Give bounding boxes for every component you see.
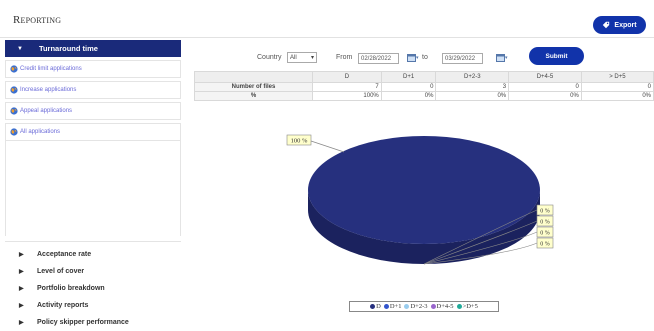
legend-label: D+4-5: [436, 303, 454, 310]
export-label: Export: [614, 21, 637, 29]
legend-label: D+2-3: [410, 303, 428, 310]
submit-button[interactable]: Submit: [529, 47, 584, 65]
table-cell: 7: [312, 82, 382, 92]
sidebar-subitem-label: Credit limit applications: [20, 66, 82, 72]
top-bar: Reporting Export: [0, 0, 654, 38]
sidebar-subitem[interactable]: Appeal applications: [5, 102, 181, 120]
sidebar-subitem-label: Appeal applications: [20, 108, 73, 114]
table-cell: 0%: [508, 91, 582, 101]
legend-swatch: [456, 304, 462, 309]
sidebar-section-label: Activity reports: [37, 302, 89, 309]
calendar-icon[interactable]: ▾: [407, 53, 421, 63]
globe-icon: [10, 65, 18, 73]
calendar-icon[interactable]: ▾: [496, 53, 510, 63]
table-row: % 100% 0% 0% 0% 0%: [194, 91, 654, 101]
data-label-d: 100 %: [286, 134, 345, 153]
chevron-right-icon: ▶: [19, 303, 24, 309]
country-label: Country: [257, 54, 282, 61]
sidebar-section[interactable]: ▶ Activity reports: [5, 297, 181, 314]
legend-swatch: [383, 304, 389, 309]
table-cell: 0: [380, 82, 437, 92]
chevron-right-icon: ▶: [19, 252, 24, 258]
globe-icon: [10, 86, 18, 94]
sidebar-section-label: Portfolio breakdown: [37, 285, 105, 292]
legend-label: D+1: [389, 303, 402, 310]
table-row: Number of files 7 0 3 0 0: [194, 82, 654, 92]
table-row-label: %: [194, 91, 313, 101]
svg-text:100 %: 100 %: [291, 138, 308, 145]
chevron-down-icon: ▾: [310, 55, 314, 61]
chevron-right-icon: ▶: [19, 320, 24, 326]
sidebar-blank-area: [5, 141, 181, 236]
sidebar-section[interactable]: ▶ Portfolio breakdown: [5, 280, 181, 297]
table-column-header: D: [312, 71, 382, 83]
table-cell: 0: [580, 82, 654, 92]
country-select[interactable]: All ▾: [287, 52, 317, 63]
svg-text:0 %: 0 %: [540, 242, 550, 248]
table-column-header: D+2-3: [435, 71, 510, 83]
sidebar-section[interactable]: ▶ Acceptance rate: [5, 246, 181, 263]
sidebar-subitem-label: All applications: [20, 129, 61, 135]
page-title: Reporting: [13, 14, 62, 26]
sidebar-section-label: Acceptance rate: [37, 251, 92, 258]
legend-item: D+4-5: [430, 303, 454, 310]
sidebar-divider: [5, 236, 181, 242]
sidebar-section-label: Policy skipper performance: [37, 319, 129, 326]
legend-label: D: [376, 303, 381, 310]
legend-label: >D+5: [462, 303, 478, 310]
to-date-field[interactable]: 03/29/2022: [442, 53, 483, 64]
chart-legend: D D+1 D+2-3 D+4-5 >D+5: [349, 301, 499, 312]
to-label: to: [422, 54, 428, 61]
table-corner-cell: [194, 71, 313, 83]
export-button[interactable]: Export: [593, 16, 646, 34]
legend-swatch: [370, 304, 376, 309]
country-value: All: [290, 54, 297, 61]
svg-text:0 %: 0 %: [540, 209, 550, 215]
turnaround-table: D D+1 D+2-3 D+4-5 > D+5 Number of files 7 0 3 0 0…: [194, 71, 654, 101]
table-cell: 0%: [435, 91, 510, 101]
from-date-field[interactable]: 02/28/2022: [358, 53, 399, 64]
table-cell: 100%: [312, 91, 382, 101]
sidebar-section[interactable]: ▶ Level of cover: [5, 263, 181, 280]
legend-item: D+1: [383, 303, 402, 310]
from-label: From: [336, 54, 353, 61]
globe-icon: [10, 107, 18, 115]
table-cell: 0%: [580, 91, 654, 101]
legend-item: D+2-3: [404, 303, 428, 310]
pie-chart: 100 % 0 % 0 % 0 % 0 %: [286, 134, 554, 265]
chevron-right-icon: ▶: [19, 286, 24, 292]
legend-item: D: [370, 303, 381, 310]
sidebar-subitem-label: Increase applications: [20, 87, 77, 93]
table-column-header: > D+5: [580, 71, 654, 83]
tag-icon: [603, 21, 610, 29]
table-column-header: D+1: [380, 71, 437, 83]
table-cell: 3: [435, 82, 510, 92]
sidebar: ▼ Turnaround time Credit limit applicati…: [5, 40, 181, 331]
table-cell: 0%: [380, 91, 437, 101]
legend-swatch: [404, 304, 410, 309]
table-column-header: D+4-5: [508, 71, 582, 83]
svg-text:0 %: 0 %: [540, 220, 550, 226]
sidebar-subitem[interactable]: All applications: [5, 123, 181, 141]
svg-text:0 %: 0 %: [540, 231, 550, 237]
legend-item: >D+5: [456, 303, 478, 310]
sidebar-section[interactable]: ▶ Policy skipper performance: [5, 314, 181, 331]
sidebar-section-label: Level of cover: [37, 268, 85, 275]
sidebar-subitem[interactable]: Increase applications: [5, 81, 181, 99]
table-row-label: Number of files: [194, 82, 313, 92]
legend-swatch: [430, 304, 436, 309]
globe-icon: [10, 128, 18, 136]
table-cell: 0: [508, 82, 582, 92]
chevron-right-icon: ▶: [19, 269, 24, 275]
